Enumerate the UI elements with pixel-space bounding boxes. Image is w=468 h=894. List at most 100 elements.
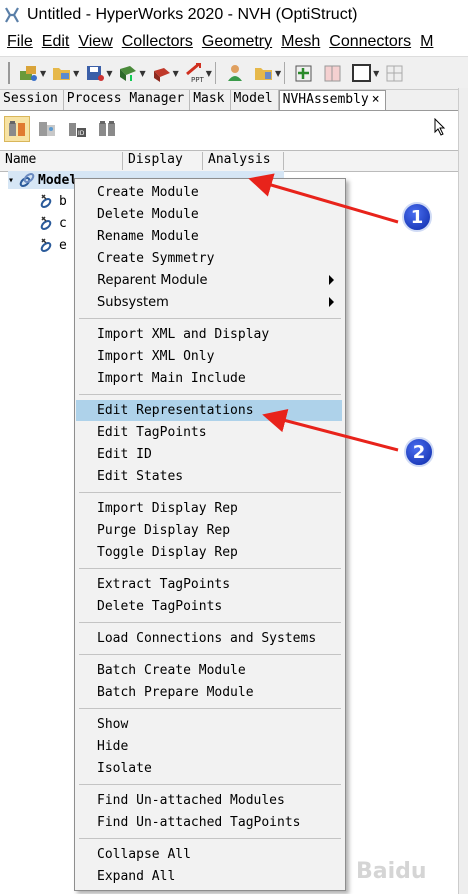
menu-item-edit-representations[interactable]: Edit Representations bbox=[76, 400, 342, 421]
dropdown-arrow-icon[interactable]: ▼ bbox=[73, 69, 79, 78]
split-panel-button[interactable] bbox=[320, 61, 346, 85]
tree-column-headers: Name Display Analysis bbox=[0, 150, 468, 172]
menu-geometry[interactable]: Geometry bbox=[202, 33, 272, 51]
open-folder-icon bbox=[53, 68, 71, 80]
menu-item-import-main-include[interactable]: Import Main Include bbox=[76, 368, 342, 389]
dropdown-arrow-icon[interactable]: ▼ bbox=[275, 69, 281, 78]
grid-layout-icon bbox=[386, 65, 403, 82]
menu-separator bbox=[79, 492, 341, 493]
menu-item-batch-prepare-module[interactable]: Batch Prepare Module bbox=[76, 682, 342, 703]
tree-label: c bbox=[59, 215, 67, 231]
menu-item-subsystem[interactable]: Subsystem bbox=[76, 292, 342, 313]
menu-item-find-unattached-tagpoints[interactable]: Find Un-attached TagPoints bbox=[76, 812, 342, 833]
menu-more[interactable]: M bbox=[420, 33, 433, 51]
menu-item-rename-module[interactable]: Rename Module bbox=[76, 226, 342, 247]
menu-item-create-module[interactable]: Create Module bbox=[76, 182, 342, 203]
menu-item-load-connections-and-systems[interactable]: Load Connections and Systems bbox=[76, 628, 342, 649]
menu-item-expand-all[interactable]: Expand All bbox=[76, 866, 342, 887]
menu-edit[interactable]: Edit bbox=[42, 33, 70, 51]
menu-item-toggle-display-rep[interactable]: Toggle Display Rep bbox=[76, 542, 342, 563]
mouse-cursor-icon bbox=[434, 118, 446, 136]
main-toolbar: ▼ ▼ ▼ ▼ ▼ PPT ▼ ▼ ▼ bbox=[0, 56, 468, 90]
menu-separator bbox=[79, 568, 341, 569]
menu-view[interactable]: View bbox=[78, 33, 112, 51]
menu-separator bbox=[79, 622, 341, 623]
tree-row-child[interactable]: b bbox=[40, 192, 67, 210]
menu-item-edit-states[interactable]: Edit States bbox=[76, 466, 342, 487]
export-ppt-button[interactable]: PPT bbox=[182, 61, 208, 85]
tree-label: b bbox=[59, 193, 67, 209]
tab-process-manager[interactable]: Process Manager bbox=[64, 90, 191, 110]
tab-mask[interactable]: Mask bbox=[190, 90, 231, 110]
menu-connectors[interactable]: Connectors bbox=[329, 33, 411, 51]
tree-row-child[interactable]: e bbox=[40, 236, 67, 254]
menu-item-label: Reparent Module bbox=[97, 273, 208, 288]
add-panel-icon bbox=[295, 65, 312, 82]
menu-item-import-display-rep[interactable]: Import Display Rep bbox=[76, 498, 342, 519]
menu-item-hide[interactable]: Hide bbox=[76, 736, 342, 757]
module-link-icon bbox=[40, 238, 52, 252]
menu-file[interactable]: File bbox=[7, 33, 33, 51]
dropdown-arrow-icon[interactable]: ▼ bbox=[139, 69, 145, 78]
split-panel-icon bbox=[324, 65, 341, 82]
export-button[interactable] bbox=[149, 61, 175, 85]
menu-item-edit-tagpoints[interactable]: Edit TagPoints bbox=[76, 422, 342, 443]
menu-item-import-xml-and-display[interactable]: Import XML and Display bbox=[76, 324, 342, 345]
menu-item-find-unattached-modules[interactable]: Find Un-attached Modules bbox=[76, 790, 342, 811]
dropdown-arrow-icon[interactable]: ▼ bbox=[206, 69, 212, 78]
id-view-button[interactable]: ID bbox=[64, 116, 90, 142]
step-badge-2: 2 bbox=[404, 437, 434, 467]
close-icon[interactable]: × bbox=[372, 92, 380, 107]
menu-separator bbox=[79, 394, 341, 395]
menu-item-isolate[interactable]: Isolate bbox=[76, 758, 342, 779]
menu-item-purge-display-rep[interactable]: Purge Display Rep bbox=[76, 520, 342, 541]
menu-item-delete-tagpoints[interactable]: Delete TagPoints bbox=[76, 596, 342, 617]
menu-item-create-symmetry[interactable]: Create Symmetry bbox=[76, 248, 342, 269]
add-panel-button[interactable] bbox=[291, 61, 317, 85]
save-button[interactable] bbox=[82, 61, 108, 85]
state-view-button[interactable] bbox=[94, 116, 120, 142]
user-profile-button[interactable] bbox=[222, 61, 248, 85]
dropdown-arrow-icon[interactable]: ▼ bbox=[373, 69, 379, 78]
step-badge-1: 1 bbox=[402, 202, 432, 232]
menu-item-collapse-all[interactable]: Collapse All bbox=[76, 844, 342, 865]
representation-view-button[interactable] bbox=[34, 116, 60, 142]
tab-model[interactable]: Model bbox=[231, 90, 279, 110]
window-title: Untitled - HyperWorks 2020 - NVH (OptiSt… bbox=[27, 6, 358, 23]
open-button[interactable] bbox=[49, 61, 75, 85]
column-display[interactable]: Display bbox=[123, 152, 203, 170]
dropdown-arrow-icon[interactable]: ▼ bbox=[173, 69, 179, 78]
menu-item-delete-module[interactable]: Delete Module bbox=[76, 204, 342, 225]
menu-item-import-xml-only[interactable]: Import XML Only bbox=[76, 346, 342, 367]
grid-layout-button[interactable] bbox=[382, 61, 408, 85]
menu-item-show[interactable]: Show bbox=[76, 714, 342, 735]
module-link-icon bbox=[40, 194, 52, 208]
menu-item-extract-tagpoints[interactable]: Extract TagPoints bbox=[76, 574, 342, 595]
column-analysis[interactable]: Analysis bbox=[203, 152, 284, 170]
module-view-button[interactable] bbox=[4, 116, 30, 142]
dropdown-arrow-icon[interactable]: ▼ bbox=[106, 69, 112, 78]
menu-separator bbox=[79, 838, 341, 839]
tab-session[interactable]: Session bbox=[0, 90, 64, 110]
menu-item-batch-create-module[interactable]: Batch Create Module bbox=[76, 660, 342, 681]
window-layout-button[interactable] bbox=[349, 61, 375, 85]
dropdown-arrow-icon[interactable]: ▼ bbox=[40, 69, 46, 78]
new-model-button[interactable] bbox=[16, 61, 42, 85]
menu-item-reparent-module[interactable]: Reparent Module bbox=[76, 270, 342, 291]
module-link-icon bbox=[40, 216, 52, 230]
expand-chevron-icon[interactable]: ▾ bbox=[8, 175, 14, 186]
import-icon bbox=[120, 66, 137, 81]
menu-mesh[interactable]: Mesh bbox=[281, 33, 320, 51]
svg-text:PPT: PPT bbox=[191, 76, 204, 84]
tab-nvhassembly[interactable]: NVHAssembly × bbox=[278, 90, 386, 110]
vertical-scrollbar[interactable] bbox=[458, 88, 468, 894]
window-layout-icon bbox=[352, 64, 372, 82]
import-button[interactable] bbox=[115, 61, 141, 85]
tree-row-child[interactable]: c bbox=[40, 214, 67, 232]
column-name[interactable]: Name bbox=[0, 152, 123, 170]
folder-settings-button[interactable] bbox=[251, 61, 277, 85]
menu-collectors[interactable]: Collectors bbox=[122, 33, 193, 51]
save-icon bbox=[87, 66, 105, 81]
menu-item-edit-id[interactable]: Edit ID bbox=[76, 444, 342, 465]
svg-text:Baidu: Baidu bbox=[356, 859, 427, 884]
